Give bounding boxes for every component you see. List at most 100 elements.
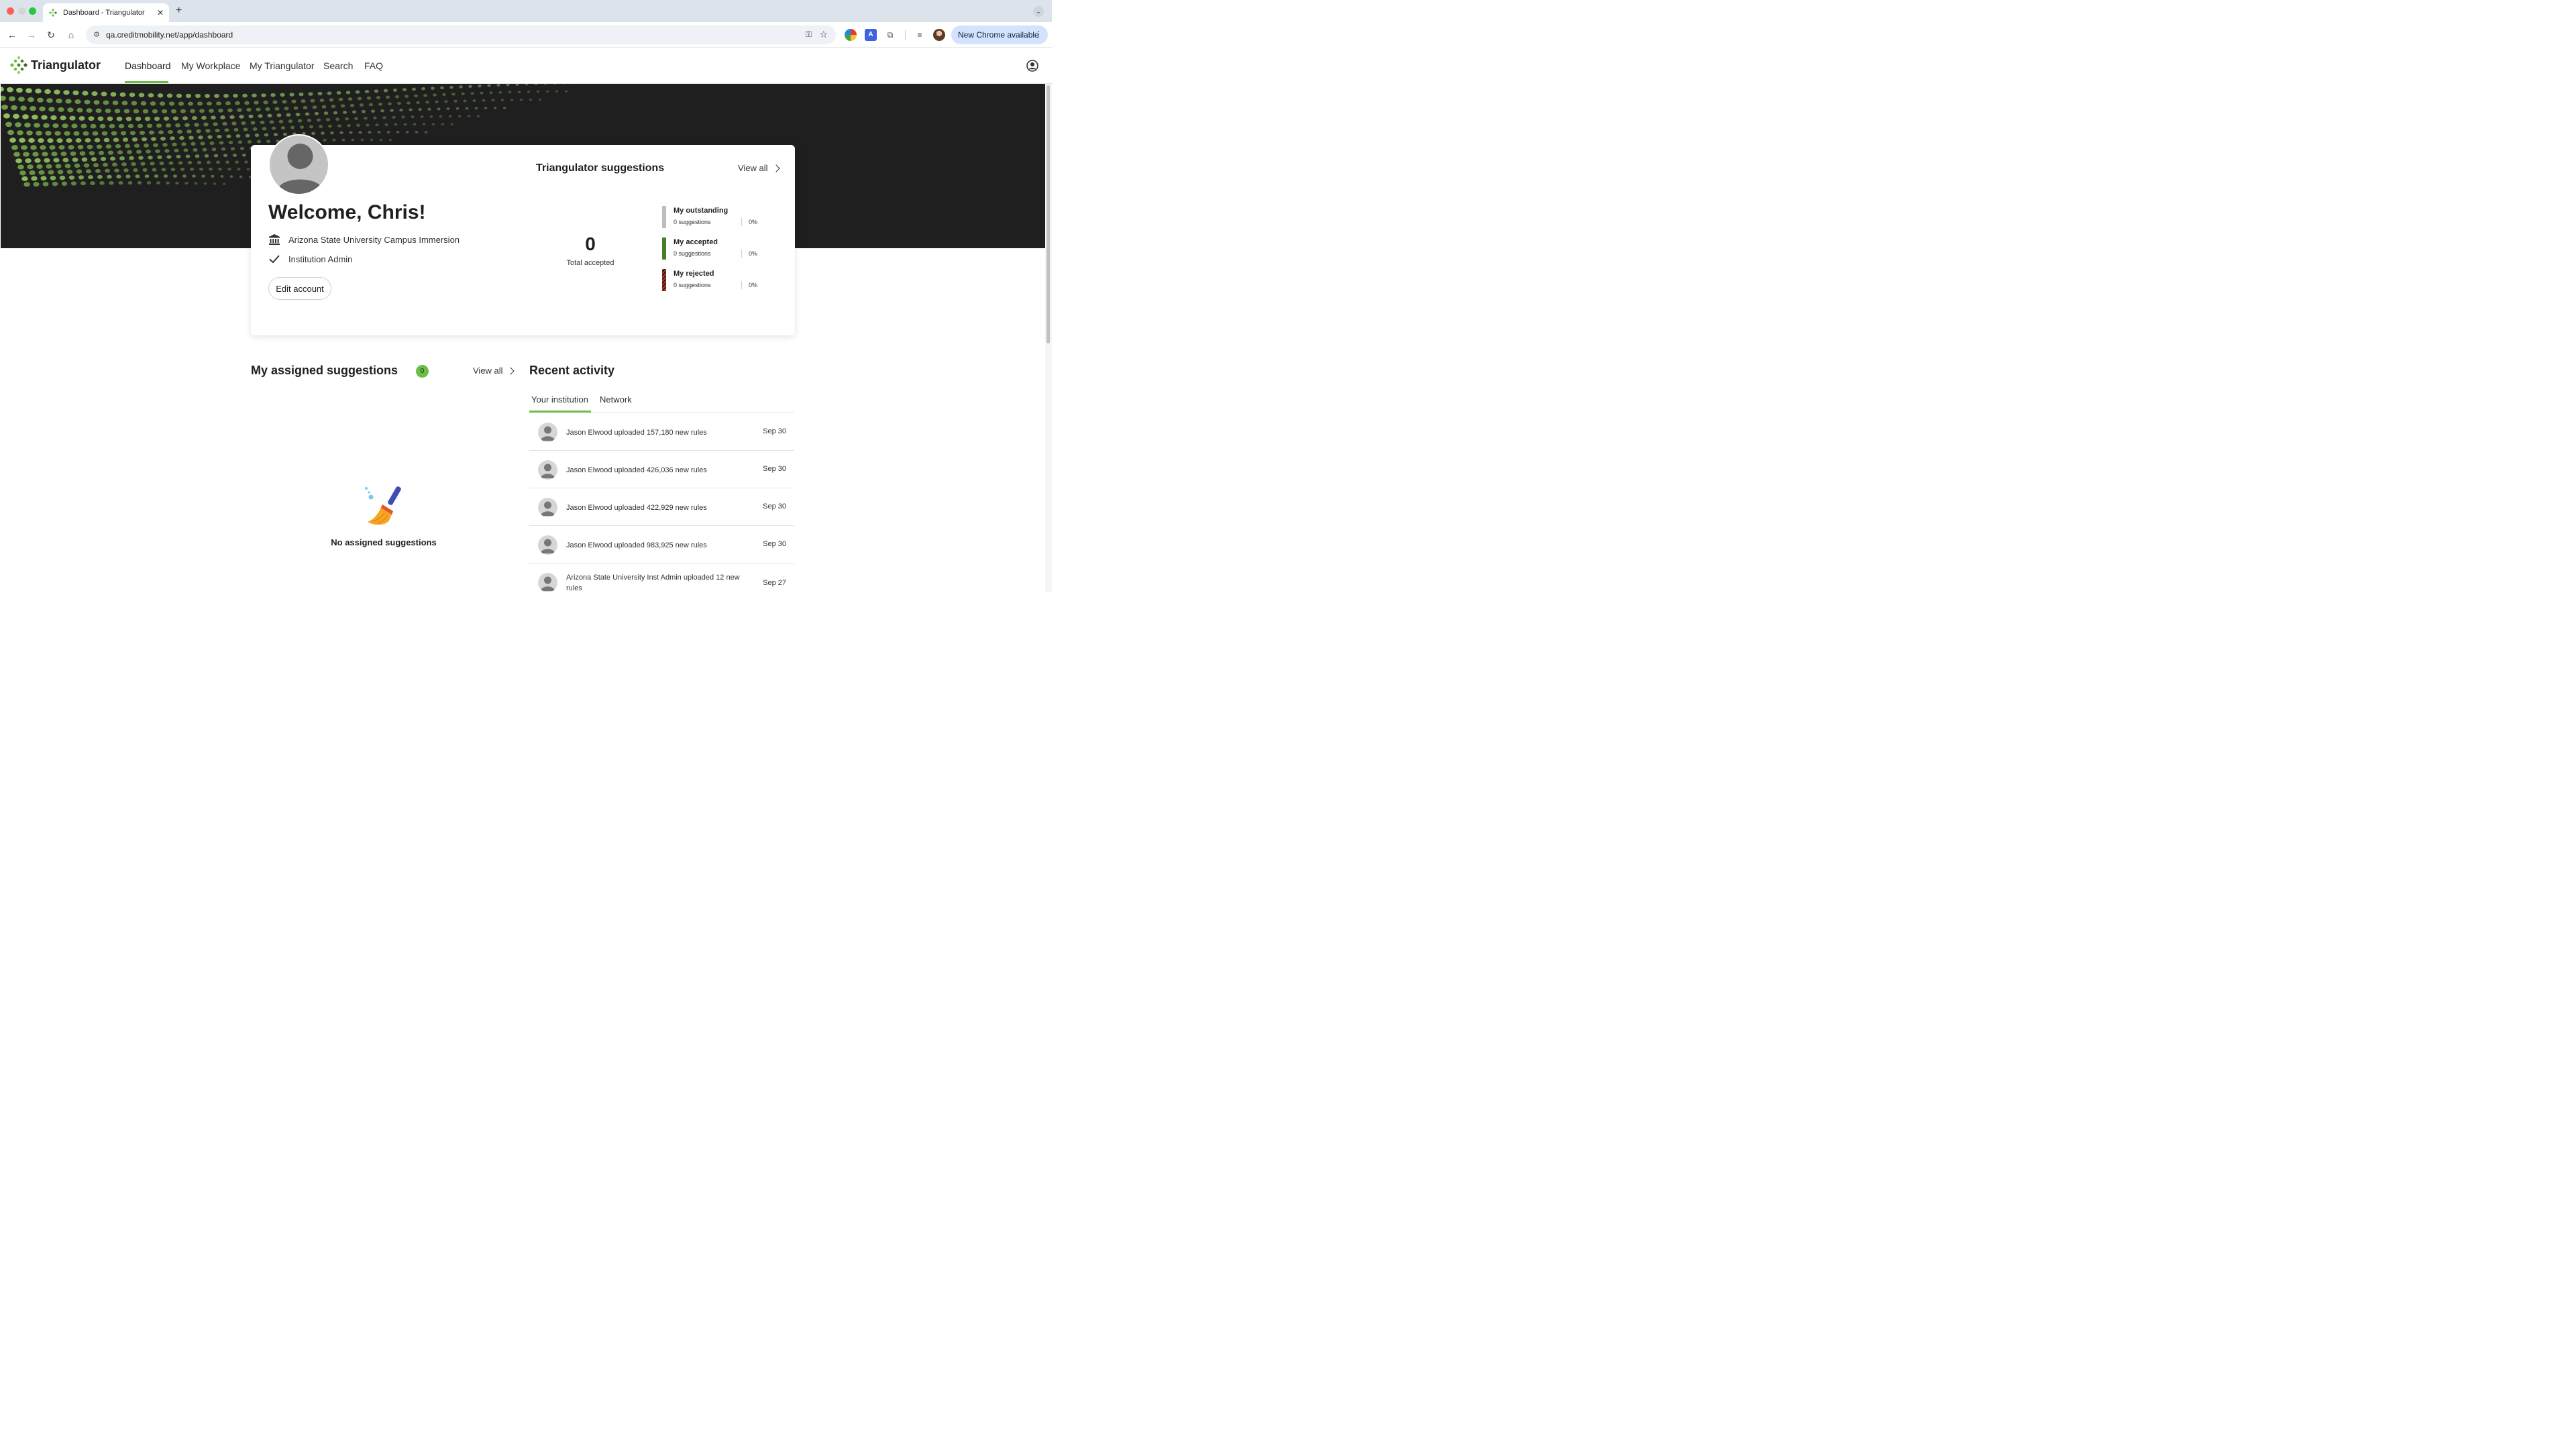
forward-arrow-icon[interactable]: →: [25, 28, 38, 42]
hero-dot: [115, 144, 121, 149]
hero-dot: [181, 142, 186, 146]
hero-dot: [19, 138, 25, 143]
hero-dot: [170, 168, 176, 172]
hero-dot: [107, 150, 114, 155]
tab-search-chevron-icon[interactable]: ⌄: [1033, 6, 1044, 17]
hero-dot: [103, 100, 109, 105]
hero-dot: [41, 115, 48, 120]
hero-dot: [54, 131, 61, 136]
browser-tab[interactable]: Dashboard - Triangulator ✕: [43, 3, 169, 22]
hero-dot: [160, 136, 166, 141]
hero-dot: [9, 96, 15, 101]
activity-row[interactable]: Jason Elwood uploaded 422,929 new rules …: [529, 488, 794, 526]
hero-dot: [237, 168, 241, 171]
hero-dot: [125, 116, 132, 121]
activity-row[interactable]: Jason Elwood uploaded 157,180 new rules …: [529, 413, 794, 451]
stat-accepted[interactable]: My accepted 0 suggestions 0%: [662, 237, 776, 260]
page-scrollbar[interactable]: [1045, 84, 1052, 592]
nav-my-triangulator[interactable]: My Triangulator: [250, 60, 314, 71]
chrome-menu-icon[interactable]: ⋮: [1034, 30, 1042, 39]
close-tab-icon[interactable]: ✕: [157, 8, 164, 17]
triangulator-logo-icon[interactable]: [9, 56, 28, 74]
hero-dot: [247, 140, 252, 144]
nav-my-workplace[interactable]: My Workplace: [181, 60, 240, 71]
address-bar[interactable]: ⚙ qa.creditmobility.net/app/dashboard ⚿ …: [86, 25, 836, 44]
color-picker-extension-icon[interactable]: [845, 29, 857, 41]
hero-dot: [99, 181, 105, 185]
hero-dot: [235, 160, 239, 164]
hero-dot: [502, 107, 506, 109]
hero-dot: [246, 168, 250, 171]
chevron-right-icon[interactable]: [506, 367, 515, 375]
hero-dot: [31, 176, 38, 181]
address-bar-url[interactable]: qa.creditmobility.net/app/dashboard: [106, 30, 233, 40]
stat-rejected[interactable]: My rejected 0 suggestions 0%: [662, 269, 776, 292]
hero-dot: [555, 90, 559, 93]
tab-network[interactable]: Network: [600, 394, 632, 405]
hero-dot: [248, 114, 254, 119]
hero-dot: [131, 101, 138, 106]
new-tab-button[interactable]: +: [176, 5, 182, 17]
hero-dot: [75, 138, 82, 143]
nav-faq[interactable]: FAQ: [364, 60, 383, 71]
hero-dot: [166, 181, 170, 184]
hero-dot: [40, 176, 47, 181]
suggestions-view-all-link[interactable]: View all: [738, 163, 768, 173]
hero-dot: [148, 130, 155, 135]
hero-dot: [201, 115, 207, 120]
hero-dot: [480, 91, 484, 95]
toolbar-divider: [905, 30, 906, 40]
hero-dot: [183, 148, 189, 152]
translate-extension-icon[interactable]: A: [865, 29, 877, 41]
password-key-icon[interactable]: ⚿: [806, 30, 812, 40]
nav-dashboard[interactable]: Dashboard: [125, 60, 171, 71]
hero-dot: [227, 168, 231, 171]
hero-dot: [176, 93, 182, 98]
scrollbar-thumb[interactable]: [1046, 85, 1050, 343]
total-accepted-value: 0: [585, 233, 596, 254]
hero-dot: [159, 161, 164, 166]
hero-dot: [170, 109, 177, 114]
hero-dot: [91, 91, 98, 97]
hero-dot: [139, 130, 146, 136]
edit-account-button[interactable]: Edit account: [268, 277, 331, 300]
hero-dot: [161, 168, 166, 172]
user-account-icon[interactable]: [1026, 60, 1038, 72]
back-arrow-icon[interactable]: ←: [5, 28, 19, 42]
browser-profile-avatar[interactable]: [933, 29, 945, 41]
minimize-window-button[interactable]: [18, 7, 25, 15]
browser-tab-title: Dashboard - Triangulator: [63, 9, 145, 17]
hero-dot: [301, 99, 306, 103]
close-window-button[interactable]: [7, 7, 14, 15]
home-icon[interactable]: ⌂: [64, 28, 78, 42]
extensions-puzzle-icon[interactable]: ⧉: [884, 29, 896, 41]
media-controls-icon[interactable]: ≡: [914, 29, 926, 41]
hero-dot: [349, 131, 353, 134]
activity-row[interactable]: Jason Elwood uploaded 426,036 new rules …: [529, 451, 794, 488]
hero-dot: [451, 93, 455, 96]
maximize-window-button[interactable]: [29, 7, 36, 15]
assigned-view-all-link[interactable]: View all: [473, 366, 503, 376]
hero-dot: [340, 104, 345, 108]
hero-dot: [223, 93, 229, 98]
stat-outstanding[interactable]: My outstanding 0 suggestions 0%: [662, 206, 776, 229]
activity-row[interactable]: Jason Elwood uploaded 983,925 new rules …: [529, 526, 794, 564]
activity-row[interactable]: Arizona State University Inst Admin uplo…: [529, 564, 794, 592]
site-settings-icon[interactable]: ⚙: [91, 30, 102, 40]
hero-dot: [373, 116, 377, 119]
bookmark-star-icon[interactable]: ☆: [819, 29, 828, 40]
new-chrome-available-button[interactable]: New Chrome available ⋮: [951, 25, 1048, 44]
hero-dot: [163, 174, 168, 178]
hero-dot: [403, 123, 407, 126]
hero-dot: [162, 142, 168, 147]
brand-name[interactable]: Triangulator: [31, 58, 101, 72]
tab-your-institution[interactable]: Your institution: [531, 394, 588, 405]
reload-icon[interactable]: ↻: [44, 28, 58, 42]
nav-search[interactable]: Search: [323, 60, 353, 71]
hero-dot: [337, 124, 341, 127]
hero-dot: [312, 105, 317, 109]
hero-dot: [397, 101, 401, 105]
hero-dot: [442, 93, 446, 97]
hero-dot: [203, 122, 209, 127]
hero-dot: [25, 88, 32, 93]
